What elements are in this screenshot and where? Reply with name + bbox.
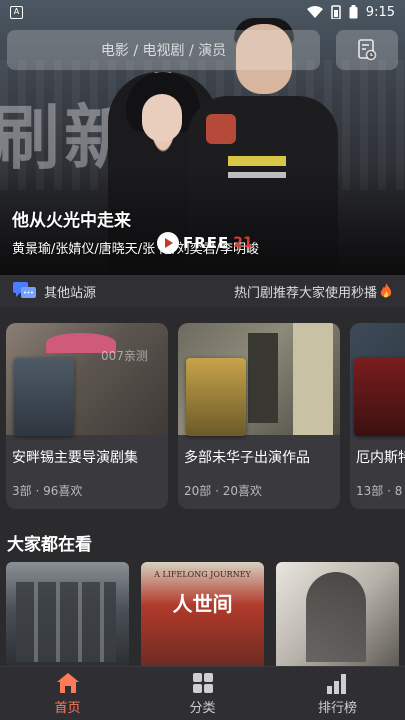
bottom-tab-bar: 首页 分类 排行榜 (0, 666, 405, 720)
other-sites-label: 其他站源 (44, 285, 97, 301)
fire-icon (380, 283, 392, 298)
info-row: 其他站源 热门剧推荐大家使用秒播 (0, 275, 405, 307)
bar-chart-icon (326, 673, 346, 694)
card-title: 厄内斯特 (356, 450, 405, 466)
app-notification-icon: A (10, 5, 23, 19)
tab-ranking-label: 排行榜 (317, 700, 357, 716)
collection-card[interactable]: 007亲测 安畔锡主要导演剧集 3部 · 96喜欢 (6, 323, 168, 509)
popular-posters: A LIFELONG JOURNEY 人世间 (0, 562, 405, 670)
app-screen: 刷新 他从火光中走来 黄景瑜/张婧仪/唐晓天/张 阳/刘奕君/李明峻 FREE … (0, 0, 405, 720)
card-poster (178, 323, 340, 436)
home-icon (56, 672, 79, 693)
other-sites-button[interactable]: 其他站源 (12, 281, 96, 301)
notice-text: 热门剧推荐大家使用秒播 (233, 285, 377, 301)
play-logo-icon (157, 232, 179, 254)
card-poster (350, 323, 405, 436)
tab-ranking[interactable]: 排行榜 (270, 667, 405, 720)
history-button[interactable] (336, 30, 398, 70)
poster-item[interactable] (276, 562, 399, 670)
poster-item[interactable] (6, 562, 129, 670)
hero-logo: FREE 21 (157, 232, 253, 254)
hero-title: 他从火光中走来 (12, 211, 131, 231)
tab-category[interactable]: 分类 (135, 667, 270, 720)
collection-cards: 007亲测 安畔锡主要导演剧集 3部 · 96喜欢 多部未华子出演作品 20部 … (0, 323, 405, 511)
logo-suffix: 21 (233, 235, 253, 251)
card-overlay-text: 007亲测 (101, 349, 148, 363)
tab-category-label: 分类 (189, 700, 216, 716)
section-title: 大家都在看 (7, 535, 92, 555)
card-title: 多部未华子出演作品 (184, 450, 310, 466)
card-meta: 20部 · 20喜欢 (184, 484, 262, 498)
grid-icon (192, 672, 213, 693)
tab-home[interactable]: 首页 (0, 667, 135, 720)
tab-home-label: 首页 (54, 700, 81, 716)
signal-icon (331, 5, 341, 19)
collection-card[interactable]: 厄内斯特 13部 · 8 (350, 323, 405, 509)
logo-text: FREE (183, 234, 230, 252)
card-title: 安畔锡主要导演剧集 (12, 450, 138, 466)
collection-card[interactable]: 多部未华子出演作品 20部 · 20喜欢 (178, 323, 340, 509)
poster-label: A LIFELONG JOURNEY (154, 570, 251, 579)
chat-bubbles-icon (13, 282, 36, 298)
status-bar: A 9:15 (0, 0, 405, 24)
search-bar[interactable]: 电影 / 电视剧 / 演员 (7, 30, 320, 70)
notice-marquee[interactable]: 热门剧推荐大家使用秒播 (234, 282, 393, 301)
card-meta: 3部 · 96喜欢 (12, 484, 83, 498)
poster-item[interactable]: A LIFELONG JOURNEY 人世间 (141, 562, 264, 670)
battery-icon (349, 5, 358, 19)
card-poster: 007亲测 (6, 323, 168, 436)
wifi-icon (306, 6, 323, 18)
status-time: 9:15 (365, 4, 395, 20)
poster-caption: 人世间 (172, 592, 233, 616)
card-meta: 13部 · 8 (356, 484, 403, 498)
history-icon (358, 39, 377, 61)
